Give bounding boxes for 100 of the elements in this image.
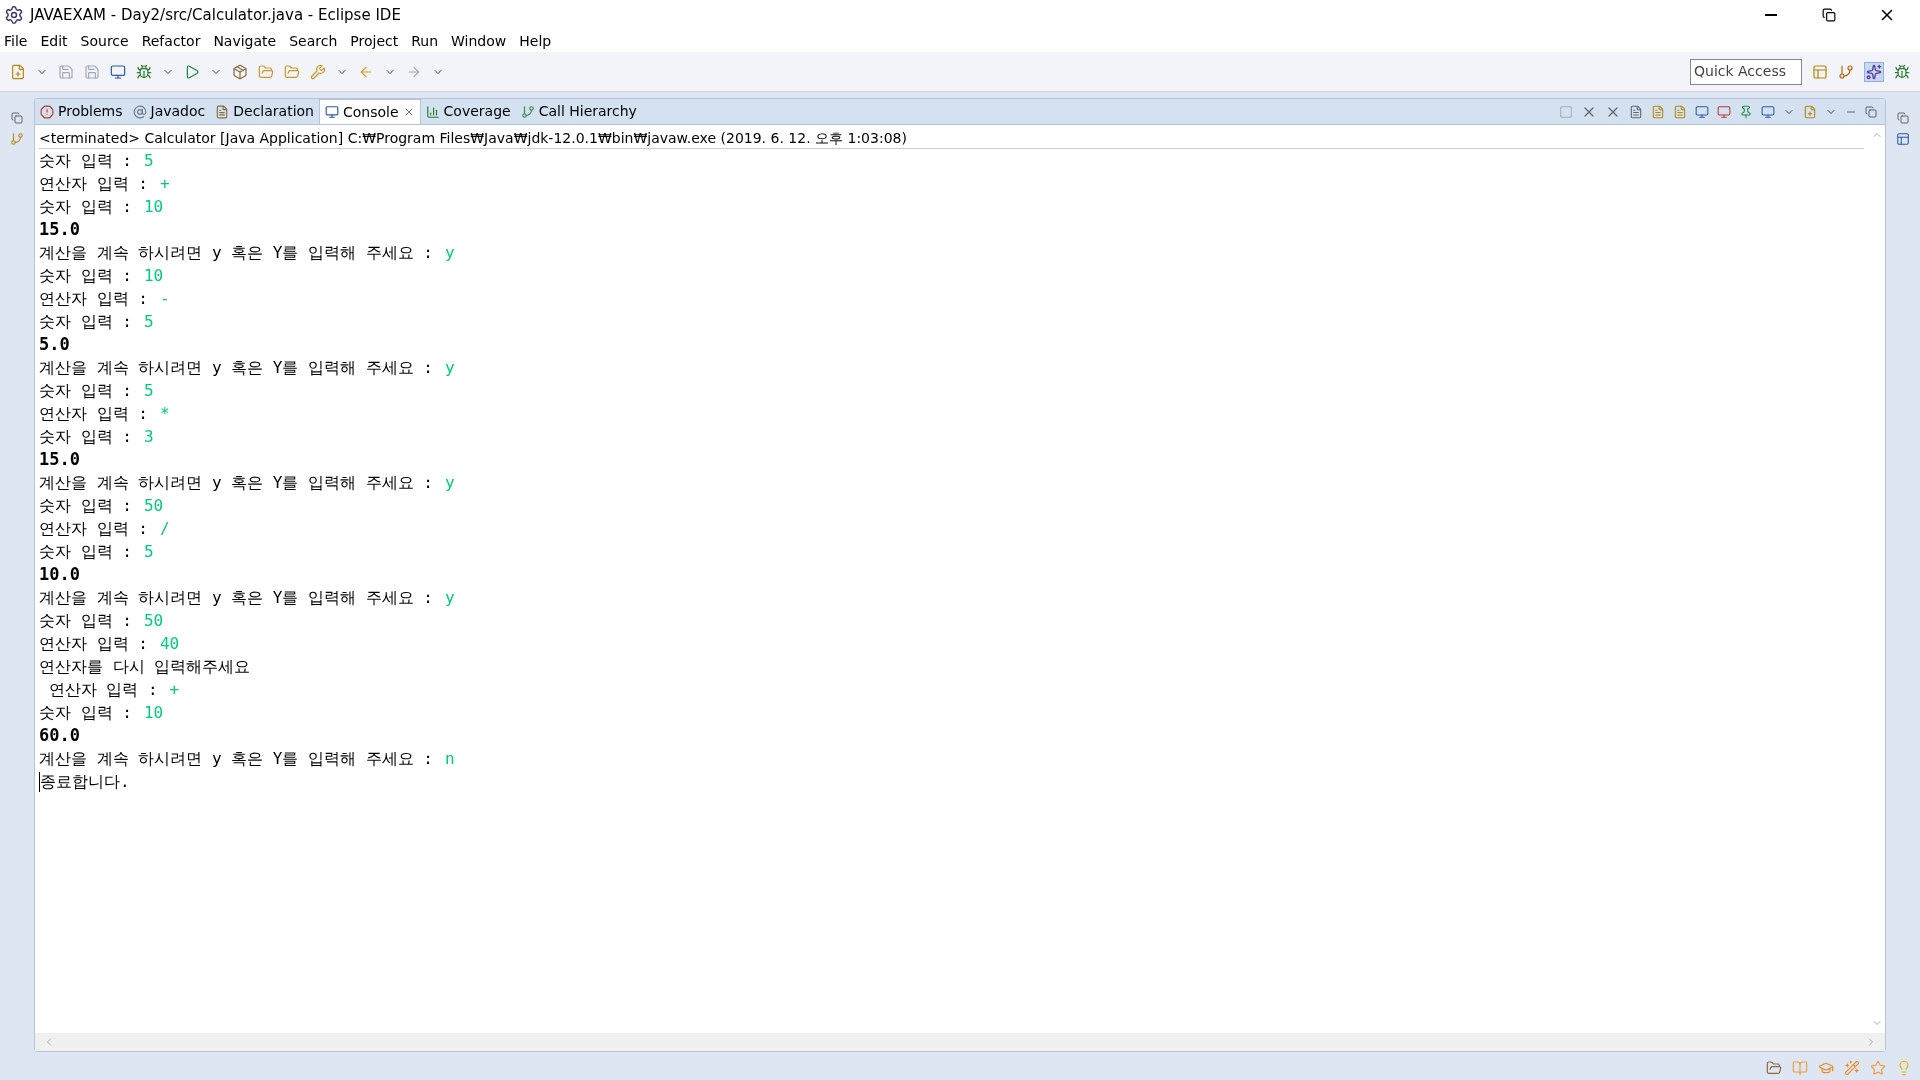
at-sign-icon xyxy=(132,104,147,119)
menu-item[interactable]: File xyxy=(4,30,28,52)
menu-item[interactable]: Run xyxy=(411,30,439,52)
app-icon xyxy=(4,5,24,25)
console-output: 숫자 입력 : xyxy=(39,311,132,333)
console-output: 연산자 입력 : xyxy=(47,679,158,701)
restore-icon[interactable] xyxy=(1897,112,1909,124)
pin-icon[interactable] xyxy=(1739,104,1753,119)
console-output: 계산을 계속 하시려면 y 혹은 Y를 입력해 주세요 : xyxy=(39,242,433,264)
console-output: 15.0 xyxy=(39,218,80,241)
console-output: 연산자를 다시 입력해주세요 xyxy=(39,656,251,678)
monitor-icon[interactable] xyxy=(110,63,126,80)
run-icon[interactable] xyxy=(184,63,200,80)
book-icon[interactable] xyxy=(1792,1060,1808,1076)
lightbulb-icon[interactable] xyxy=(1896,1060,1912,1076)
graduation-cap-icon[interactable] xyxy=(1818,1060,1834,1076)
console-output: 계산을 계속 하시려면 y 혹은 Y를 입력해 주세요 : xyxy=(39,748,433,770)
menu-item[interactable]: Window xyxy=(451,30,507,52)
input-text: * xyxy=(159,403,170,425)
bar-chart-icon xyxy=(425,104,440,119)
menu-item[interactable]: Project xyxy=(350,30,399,52)
console-output: 계산을 계속 하시려면 y 혹은 Y를 입력해 주세요 : xyxy=(39,472,433,494)
console-output: 연산자 입력 : xyxy=(39,403,148,425)
console-output: 숫자 입력 : xyxy=(39,196,132,218)
layout-icon[interactable] xyxy=(1896,132,1910,146)
view-tab[interactable]: Coverage xyxy=(420,99,516,124)
save-icon[interactable] xyxy=(58,63,74,80)
error-icon xyxy=(40,104,54,119)
console-output: 연산자 입력 : xyxy=(39,518,148,540)
input-text: 10 xyxy=(143,265,164,287)
console-output: 숫자 입력 : xyxy=(39,495,132,517)
console-output: 숫자 입력 : xyxy=(39,426,132,448)
star-icon[interactable] xyxy=(1870,1060,1886,1076)
view-tab[interactable]: Declaration xyxy=(210,99,319,124)
save-all-icon[interactable] xyxy=(84,63,100,80)
folder-icon[interactable] xyxy=(1766,1060,1782,1076)
hierarchy-icon[interactable] xyxy=(1838,63,1854,80)
console-output: 60.0 xyxy=(39,724,80,747)
menu-item[interactable]: Search xyxy=(289,30,338,52)
console-output: 연산자 입력 : xyxy=(39,288,148,310)
console-output: 연산자 입력 : xyxy=(39,633,148,655)
input-text: y xyxy=(444,472,455,494)
quick-access-field[interactable]: Quick Access xyxy=(1690,58,1802,85)
folder-icon[interactable] xyxy=(258,63,274,80)
console-output: 연산자 입력 : xyxy=(39,173,148,195)
input-text: y xyxy=(444,587,455,609)
menu-item[interactable]: Navigate xyxy=(213,30,277,52)
monitor-icon[interactable] xyxy=(1717,104,1731,119)
restore-icon[interactable] xyxy=(1865,105,1877,118)
console-output: 10.0 xyxy=(39,563,80,586)
console-output: 숫자 입력 : xyxy=(39,380,132,402)
view-tab[interactable]: Console xyxy=(319,99,421,124)
debug-icon[interactable] xyxy=(136,63,152,80)
console-output: 종료합니다. xyxy=(40,771,130,793)
input-text: + xyxy=(169,679,180,701)
input-text: y xyxy=(444,242,455,264)
wrench-icon[interactable] xyxy=(310,63,326,80)
monitor-icon[interactable] xyxy=(1695,104,1709,119)
monitor-icon[interactable] xyxy=(1761,104,1775,119)
debug-icon[interactable] xyxy=(1894,63,1910,80)
java-perspective-button[interactable] xyxy=(1864,61,1884,82)
menu-item[interactable]: Edit xyxy=(40,30,68,52)
view-tab[interactable]: Call Hierarchy xyxy=(515,99,642,124)
perspective-icon[interactable] xyxy=(1812,63,1828,80)
console-header: <terminated> Calculator [Java Application] C:₩Program Files₩Java₩jdk-12.0.1₩bin₩javaw.exe (2019. 6. 12. 오후 1:03:08) xyxy=(39,128,1864,149)
package-icon[interactable] xyxy=(232,63,248,80)
console-output: 5.0 xyxy=(39,333,70,356)
new-file-icon[interactable] xyxy=(10,63,26,80)
console-output: 계산을 계속 하시려면 y 혹은 Y를 입력해 주세요 : xyxy=(39,357,433,379)
hierarchy-icon[interactable] xyxy=(10,132,24,146)
input-text: y xyxy=(444,357,455,379)
menu-item[interactable]: Source xyxy=(80,30,129,52)
minimize-icon xyxy=(1765,14,1777,16)
input-text: 40 xyxy=(159,633,180,655)
input-text: 10 xyxy=(143,702,164,724)
stop-icon[interactable] xyxy=(1559,104,1573,119)
console-output: 숫자 입력 : xyxy=(39,702,132,724)
view-tab[interactable]: Problems xyxy=(35,99,128,124)
wand-icon[interactable] xyxy=(1844,1060,1860,1076)
new-console-icon[interactable] xyxy=(1803,104,1817,119)
input-text: 5 xyxy=(143,380,154,402)
restore-icon[interactable] xyxy=(11,112,23,124)
input-text: 3 xyxy=(143,426,154,448)
menu-item[interactable]: Refactor xyxy=(141,30,201,52)
hierarchy-icon xyxy=(520,104,535,119)
restore-icon xyxy=(1822,8,1836,22)
console-output: 숫자 입력 : xyxy=(39,150,132,172)
folder-icon[interactable] xyxy=(284,63,300,80)
input-text: 50 xyxy=(143,610,164,632)
console-output: 숫자 입력 : xyxy=(39,541,132,563)
input-text: - xyxy=(159,288,170,310)
input-text: 5 xyxy=(143,311,154,333)
scroll-lock-icon[interactable] xyxy=(1651,104,1665,119)
view-tab[interactable]: Javadoc xyxy=(127,99,211,124)
menu-item[interactable]: Help xyxy=(519,30,552,52)
input-text: 5 xyxy=(143,541,154,563)
clear-console-icon[interactable] xyxy=(1629,104,1643,119)
console-output: 계산을 계속 하시려면 y 혹은 Y를 입력해 주세요 : xyxy=(39,587,433,609)
input-text: n xyxy=(444,748,455,770)
word-wrap-icon[interactable] xyxy=(1673,104,1687,119)
